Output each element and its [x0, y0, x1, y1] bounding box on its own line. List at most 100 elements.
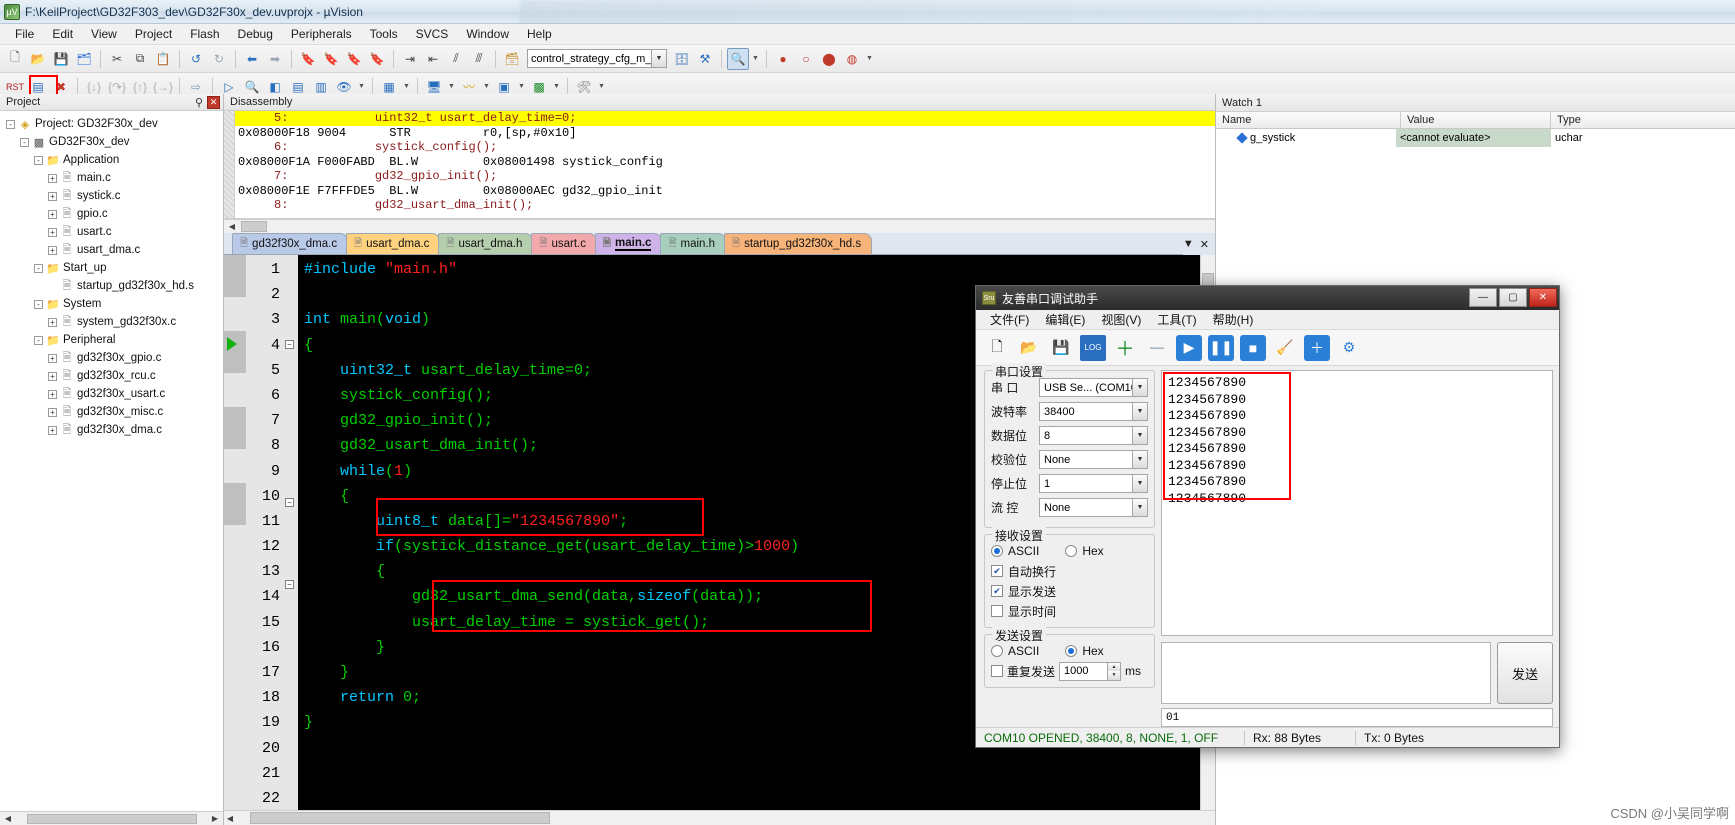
- tree-item[interactable]: + 🗎 gd32f30x_gpio.c: [6, 349, 223, 367]
- tree-item[interactable]: - 📁 Application: [6, 151, 223, 169]
- menu-help[interactable]: Help: [518, 25, 561, 43]
- disassembly-hscrollbar[interactable]: ◀: [224, 219, 1215, 233]
- breakpoint-kill-all-icon[interactable]: ⬤: [818, 48, 840, 70]
- play-icon[interactable]: ▶: [1176, 334, 1202, 361]
- repeat-send-row[interactable]: ✔ 重复发送 1000 ▲▼ ms: [991, 661, 1148, 681]
- bookmark-prev-icon[interactable]: 🔖: [320, 48, 342, 70]
- navigate-forward-icon[interactable]: ➡: [264, 48, 286, 70]
- radio-ascii-receive[interactable]: [991, 545, 1003, 557]
- disassembly-line[interactable]: 0x08000F1A F000FABD BL.W 0x08001498 syst…: [224, 155, 1215, 170]
- watch-row-name-cell[interactable]: g_systick: [1216, 132, 1396, 144]
- port-field-select[interactable]: USB Se... (COM10 ▼: [1039, 378, 1148, 397]
- bookmark-clear-icon[interactable]: 🔖: [366, 48, 388, 70]
- breakpoint-insert-icon[interactable]: ●: [772, 48, 794, 70]
- breakpoint-disable-all-icon[interactable]: ◍: [841, 48, 863, 70]
- chevron-down-icon[interactable]: ▼: [750, 48, 761, 70]
- stepper-down-icon[interactable]: ▼: [1107, 671, 1121, 680]
- repeat-interval-stepper[interactable]: 1000 ▲ ▼: [1059, 661, 1122, 681]
- disassembly-line[interactable]: 0x08000F1E F7FFFDE5 BL.W 0x08000AEC gd32…: [224, 184, 1215, 199]
- paste-icon[interactable]: 📋: [152, 48, 174, 70]
- pause-icon[interactable]: ❚❚: [1208, 334, 1234, 361]
- chevron-down-icon[interactable]: ▼: [1132, 379, 1147, 396]
- receive-textarea[interactable]: 1234567890 1234567890 1234567890 1234567890…: [1161, 370, 1553, 636]
- expand-icon[interactable]: +: [48, 371, 57, 381]
- port-field-select[interactable]: 8 ▼: [1039, 426, 1148, 445]
- menu-svcs[interactable]: SVCS: [407, 25, 458, 43]
- bookmark-toggle-icon[interactable]: 🔖: [297, 48, 319, 70]
- open-folder-icon[interactable]: 📂: [1016, 335, 1042, 361]
- editor-tab-gd32f30x-dma-c[interactable]: 🗎 gd32f30x_dma.c: [232, 233, 349, 254]
- serial-menu-edit[interactable]: 编辑(E): [1037, 310, 1093, 329]
- stop-icon[interactable]: ■: [1240, 334, 1266, 361]
- undo-icon[interactable]: ↺: [185, 48, 207, 70]
- watch-col-name[interactable]: Name: [1216, 112, 1401, 128]
- cut-icon[interactable]: ✂: [106, 48, 128, 70]
- serial-menu-file[interactable]: 文件(F): [982, 310, 1037, 329]
- expand-icon[interactable]: +: [48, 245, 57, 255]
- tree-item[interactable]: - 📁 Start_up: [6, 259, 223, 277]
- manage-project-items-icon[interactable]: 🗄: [671, 48, 693, 70]
- serial-menu-help[interactable]: 帮助(H): [1205, 310, 1262, 329]
- serial-window-buttons[interactable]: — ▢ ✕: [1469, 288, 1557, 307]
- settings-icon[interactable]: ⚙: [1336, 335, 1362, 361]
- chevron-down-icon[interactable]: ▼: [1132, 403, 1147, 420]
- checkbox-repeat-send[interactable]: ✔: [991, 665, 1003, 677]
- serial-toolbar[interactable]: 🗋 📂 💾 LOG ＋ － ▶ ❚❚ ■ 🧹 ＋ ⚙: [976, 330, 1559, 366]
- expand-icon[interactable]: +: [48, 317, 57, 327]
- check-showsend-row[interactable]: ✔ 显示发送: [991, 581, 1148, 601]
- collapse-icon[interactable]: -: [34, 299, 43, 309]
- watch-row-value[interactable]: <cannot evaluate>: [1396, 129, 1551, 147]
- editor-tabbar[interactable]: 🗎 gd32f30x_dma.c 🗎 usart_dma.c 🗎 usart_dma.h 🗎…: [224, 233, 1215, 255]
- checkbox-showtime[interactable]: ✔: [991, 605, 1003, 617]
- tree-item[interactable]: + 🗎 main.c: [6, 169, 223, 187]
- expand-icon[interactable]: +: [48, 407, 57, 417]
- serial-menu-view[interactable]: 视图(V): [1093, 310, 1149, 329]
- tree-item[interactable]: - 📁 Peripheral: [6, 331, 223, 349]
- expand-icon[interactable]: +: [48, 389, 57, 399]
- expand-icon[interactable]: +: [48, 173, 57, 183]
- tree-item[interactable]: 🗎 startup_gd32f30x_hd.s: [6, 277, 223, 295]
- editor-tab-main-h[interactable]: 🗎 main.h: [660, 233, 727, 254]
- collapse-icon[interactable]: -: [20, 137, 29, 147]
- menu-tools[interactable]: Tools: [361, 25, 407, 43]
- port-field-select[interactable]: None ▼: [1039, 498, 1148, 517]
- close-icon[interactable]: ✕: [1529, 288, 1557, 307]
- port-field-select[interactable]: 38400 ▼: [1039, 402, 1148, 421]
- tree-item[interactable]: + 🗎 usart_dma.c: [6, 241, 223, 259]
- disassembly-line[interactable]: 6: systick_config();: [224, 140, 1215, 155]
- save-icon[interactable]: 💾: [50, 48, 72, 70]
- checkbox-showsend[interactable]: ✔: [991, 585, 1003, 597]
- collapse-icon[interactable]: −: [285, 339, 294, 349]
- editor-fold-column[interactable]: − − −: [284, 255, 298, 810]
- scroll-thumb[interactable]: [250, 812, 550, 824]
- disassembly-line[interactable]: 7: gd32_gpio_init();: [224, 169, 1215, 184]
- disassembly-body[interactable]: 5: uint32_t usart_delay_time=0; 0x08000F1…: [224, 111, 1215, 219]
- tree-item[interactable]: + 🗎 gpio.c: [6, 205, 223, 223]
- uncomment-icon[interactable]: ⫻: [468, 48, 490, 70]
- breakpoint-disable-icon[interactable]: ○: [795, 48, 817, 70]
- collapse-icon[interactable]: −: [285, 580, 294, 590]
- clear-icon[interactable]: 🧹: [1272, 335, 1298, 361]
- new-file-icon[interactable]: 🗋: [4, 48, 26, 70]
- close-icon[interactable]: ✕: [1200, 238, 1209, 251]
- editor-tab-controls[interactable]: ▼ ✕: [1182, 233, 1215, 255]
- tree-item[interactable]: - ◈ Project: GD32F30x_dev: [6, 115, 223, 133]
- check-showtime-row[interactable]: ✔ 显示时间: [991, 601, 1148, 621]
- tree-item[interactable]: + 🗎 usart.c: [6, 223, 223, 241]
- checkbox-autowrap[interactable]: ✔: [991, 565, 1003, 577]
- project-tree[interactable]: - ◈ Project: GD32F30x_dev - ▩ GD32F30x_dev - 📁 A…: [0, 111, 223, 811]
- serial-menubar[interactable]: 文件(F) 编辑(E) 视图(V) 工具(T) 帮助(H): [976, 310, 1559, 330]
- redo-icon[interactable]: ↻: [208, 48, 230, 70]
- code-line[interactable]: [304, 761, 1200, 786]
- radio-hex-receive[interactable]: [1065, 545, 1078, 557]
- collapse-icon[interactable]: -: [34, 263, 43, 273]
- watch-col-type[interactable]: Type: [1551, 112, 1735, 128]
- tree-item[interactable]: - ▩ GD32F30x_dev: [6, 133, 223, 151]
- scroll-thumb[interactable]: [26, 813, 197, 824]
- configure-target-icon[interactable]: ⚒: [694, 48, 716, 70]
- chevron-down-icon[interactable]: ▼: [1132, 475, 1147, 492]
- disassembly-line[interactable]: 5: uint32_t usart_delay_time=0;: [224, 111, 1215, 126]
- send-format-radios[interactable]: ASCII Hex: [991, 641, 1148, 661]
- code-line[interactable]: [304, 786, 1200, 810]
- chevron-down-icon[interactable]: ▼: [1132, 451, 1147, 468]
